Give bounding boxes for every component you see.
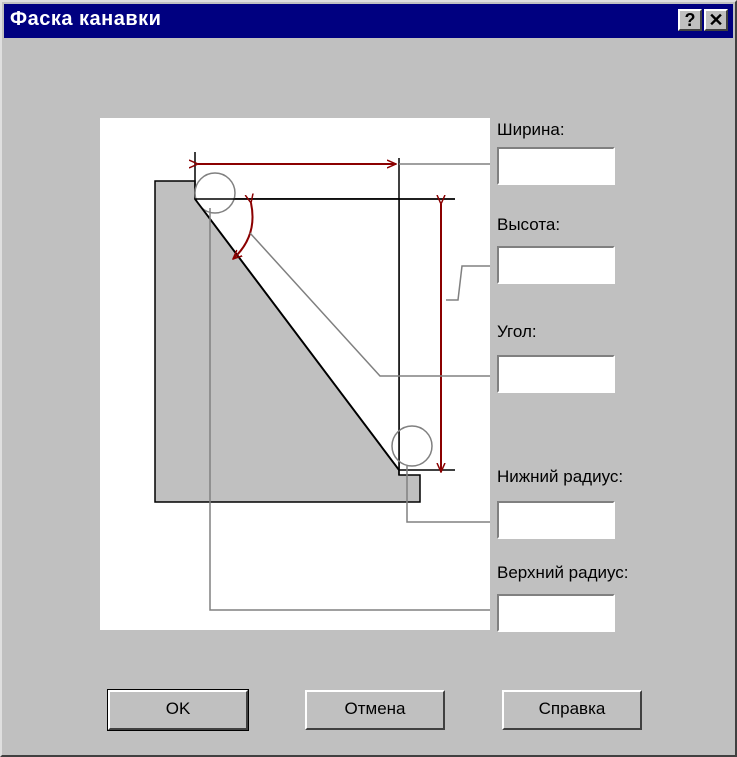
window-title: Фаска канавки xyxy=(10,8,162,30)
dialog-window: Фаска канавки ? ✕ Ширина: Высота: Угол: … xyxy=(0,0,737,757)
help-button[interactable]: Справка xyxy=(502,690,642,730)
top-radius-field[interactable] xyxy=(497,594,615,632)
height-leader xyxy=(446,265,490,301)
ok-button[interactable]: OK xyxy=(107,689,249,731)
top-radius-label: Верхний радиус: xyxy=(497,563,629,582)
height-label: Высота: xyxy=(497,215,561,234)
angle-label: Угол: xyxy=(497,322,537,341)
cancel-button[interactable]: Отмена xyxy=(305,690,445,730)
width-label: Ширина: xyxy=(497,120,565,139)
title-bar: Фаска канавки ? ✕ xyxy=(4,4,733,38)
chamfer-diagram xyxy=(154,152,490,611)
help-title-button[interactable]: ? xyxy=(678,9,702,31)
angle-field[interactable] xyxy=(497,355,615,393)
close-button[interactable]: ✕ xyxy=(704,9,728,31)
height-field[interactable] xyxy=(497,246,615,284)
diagram-panel xyxy=(100,118,490,630)
width-field[interactable] xyxy=(497,147,615,185)
bottom-radius-label: Нижний радиус: xyxy=(497,467,624,486)
bottom-radius-field[interactable] xyxy=(497,501,615,539)
